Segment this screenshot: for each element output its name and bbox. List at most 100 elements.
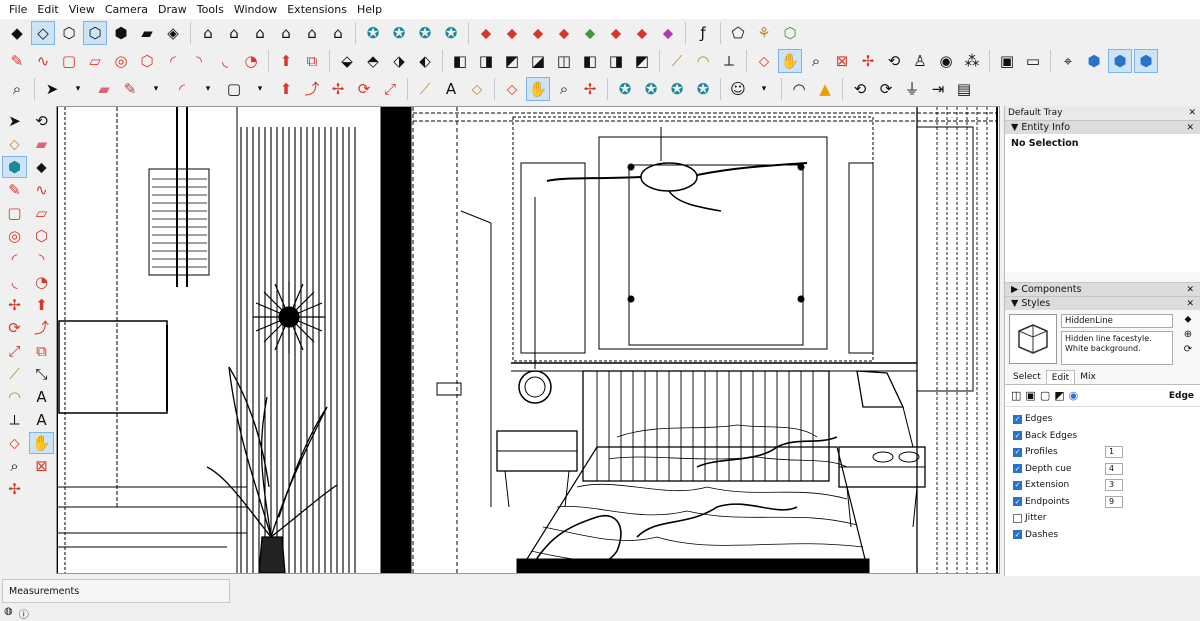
extension-icon[interactable]: ✪ <box>691 77 715 101</box>
front-view-icon[interactable]: ⌂ <box>248 21 272 45</box>
endpoints-row[interactable]: ✓ Endpoints 9 <box>1013 494 1192 511</box>
depth-cue-value-input[interactable]: 4 <box>1105 462 1123 475</box>
lasso-icon[interactable]: ⟲ <box>29 110 54 132</box>
watermark-settings-icon[interactable]: ◩ <box>1054 389 1064 402</box>
paint-icon[interactable]: ⬦ <box>465 77 489 101</box>
zoom-extents-icon[interactable]: ✢ <box>856 49 880 73</box>
view-cube-alt-icon[interactable]: ⬢ <box>1134 49 1158 73</box>
measurements-box[interactable]: Measurements <box>2 579 230 603</box>
menu-file[interactable]: File <box>4 3 32 16</box>
right-view-icon[interactable]: ⌂ <box>274 21 298 45</box>
endpoints-checkbox[interactable]: ✓ <box>1013 497 1022 507</box>
create-style-icon[interactable]: ⊕ <box>1184 329 1192 340</box>
dynamic-component-icon[interactable]: ⬠ <box>726 21 750 45</box>
jitter-row[interactable]: Jitter <box>1013 510 1192 527</box>
zoom-left-icon[interactable]: ⌕ <box>2 455 27 477</box>
styles-header[interactable]: ▼ Styles ✕ <box>1005 296 1200 310</box>
geo-location-icon[interactable]: ◍ <box>4 606 13 621</box>
solid-intersect-icon[interactable]: ⬥ <box>500 21 524 45</box>
styles-close-icon[interactable]: ✕ <box>1186 297 1194 311</box>
zoom-tool-icon[interactable]: ⌕ <box>5 77 29 101</box>
orbit-left-icon[interactable]: ⬦ <box>2 432 27 454</box>
section-plane-icon[interactable]: ▣ <box>995 49 1019 73</box>
paint-bucket-icon[interactable]: ⬦ <box>752 49 776 73</box>
tape-left-icon[interactable]: ⟋ <box>2 363 27 385</box>
warning-icon[interactable]: ▲ <box>813 77 837 101</box>
dashes-row[interactable]: ✓ Dashes <box>1013 527 1192 544</box>
follow-me-icon[interactable]: ⬙ <box>335 49 359 73</box>
layer-icon-5[interactable]: ◫ <box>552 49 576 73</box>
pan-icon[interactable]: ✋ <box>778 49 802 73</box>
entity-info-header[interactable]: ▼ Entity Info ✕ <box>1005 120 1200 134</box>
info-icon[interactable]: ⓘ <box>19 606 29 621</box>
solid-trim-icon[interactable]: ⬥ <box>552 21 576 45</box>
arc-tool-icon[interactable]: ◜ <box>170 77 194 101</box>
axes-left-icon[interactable]: ⟂ <box>2 409 27 431</box>
warehouse-tool-icon[interactable]: ✪ <box>613 77 637 101</box>
left-view-icon[interactable]: ⌂ <box>326 21 350 45</box>
warehouse-icon[interactable]: ✪ <box>413 21 437 45</box>
shell-icon[interactable]: ⬗ <box>387 49 411 73</box>
arc-left-icon[interactable]: ◜ <box>2 248 27 270</box>
profiles-value-input[interactable]: 1 <box>1105 446 1123 459</box>
eraser-icon[interactable]: ▰ <box>92 77 116 101</box>
zoom-extents-left-icon[interactable]: ✢ <box>2 478 27 500</box>
tape-measure-icon[interactable]: ⟋ <box>665 49 689 73</box>
previous-view-icon[interactable]: ⟲ <box>882 49 906 73</box>
rectangle-icon[interactable]: ▢ <box>57 49 81 73</box>
document-icon[interactable]: ▤ <box>952 77 976 101</box>
select-arrow-icon[interactable]: ➤ <box>2 110 27 132</box>
freehand-icon[interactable]: ∿ <box>31 49 55 73</box>
account-dropdown-icon[interactable]: ▾ <box>752 77 776 101</box>
arc-dropdown-icon[interactable]: ▾ <box>196 77 220 101</box>
tab-select[interactable]: Select <box>1008 370 1046 384</box>
layer-icon-7[interactable]: ◨ <box>604 49 628 73</box>
entity-info-close-icon[interactable]: ✕ <box>1186 121 1194 135</box>
shaded-icon[interactable]: ⬢ <box>109 21 133 45</box>
position-camera-icon[interactable]: ♙ <box>908 49 932 73</box>
stamp-icon[interactable]: ⬥ <box>656 21 680 45</box>
component-options-icon[interactable]: ⬡ <box>778 21 802 45</box>
face-settings-icon[interactable]: ▣ <box>1025 389 1035 402</box>
extension-checkbox[interactable]: ✓ <box>1013 480 1022 490</box>
layer-icon-1[interactable]: ◧ <box>448 49 472 73</box>
circle-left-icon[interactable]: ◎ <box>2 225 27 247</box>
interact-icon[interactable]: ⚘ <box>752 21 776 45</box>
endpoints-value-input[interactable]: 9 <box>1105 495 1123 508</box>
menu-tools[interactable]: Tools <box>192 3 229 16</box>
layout-icon[interactable]: ◠ <box>787 77 811 101</box>
extension-row[interactable]: ✓ Extension 3 <box>1013 477 1192 494</box>
dimension-left-icon[interactable]: ⤡ <box>29 363 54 385</box>
arc-icon[interactable]: ◜ <box>161 49 185 73</box>
top-view-icon[interactable]: ⌂ <box>222 21 246 45</box>
eraser-left-icon[interactable]: ▰ <box>29 133 54 155</box>
xray-icon[interactable]: ◆ <box>5 21 29 45</box>
background-settings-icon[interactable]: ▢ <box>1040 389 1050 402</box>
walk-icon[interactable]: ⁂ <box>960 49 984 73</box>
export-icon[interactable]: ⇥ <box>926 77 950 101</box>
look-around-icon[interactable]: ◉ <box>934 49 958 73</box>
pan-tool-icon[interactable]: ✋ <box>526 77 550 101</box>
shape-icon[interactable]: ▢ <box>222 77 246 101</box>
redo-icon[interactable]: ⟳ <box>874 77 898 101</box>
three-point-arc-icon[interactable]: ◟ <box>213 49 237 73</box>
push-pull-left-icon[interactable]: ⬆ <box>29 294 54 316</box>
depth-cue-checkbox[interactable]: ✓ <box>1013 464 1022 474</box>
layer-icon-6[interactable]: ◧ <box>578 49 602 73</box>
push-pull-icon[interactable]: ⬆ <box>274 49 298 73</box>
pie-left-icon[interactable]: ◔ <box>29 271 54 293</box>
layer-icon-3[interactable]: ◩ <box>500 49 524 73</box>
offset-left-icon[interactable]: ⧉ <box>29 340 54 362</box>
undo-icon[interactable]: ⟲ <box>848 77 872 101</box>
zoom-icon[interactable]: ⌕ <box>804 49 828 73</box>
pencil-left-icon[interactable]: ✎ <box>2 179 27 201</box>
select-dropdown-icon[interactable]: ▾ <box>66 77 90 101</box>
edge-settings-icon[interactable]: ◫ <box>1011 389 1021 402</box>
rotated-rect-left-icon[interactable]: ▱ <box>29 202 54 224</box>
back-edges-row[interactable]: ✓ Back Edges <box>1013 428 1192 445</box>
rotated-rectangle-icon[interactable]: ▱ <box>83 49 107 73</box>
extension-value-input[interactable]: 3 <box>1105 479 1123 492</box>
pencil-icon[interactable]: ✎ <box>5 49 29 73</box>
menu-window[interactable]: Window <box>229 3 282 16</box>
view-cube-selected-icon[interactable]: ⬢ <box>1108 49 1132 73</box>
